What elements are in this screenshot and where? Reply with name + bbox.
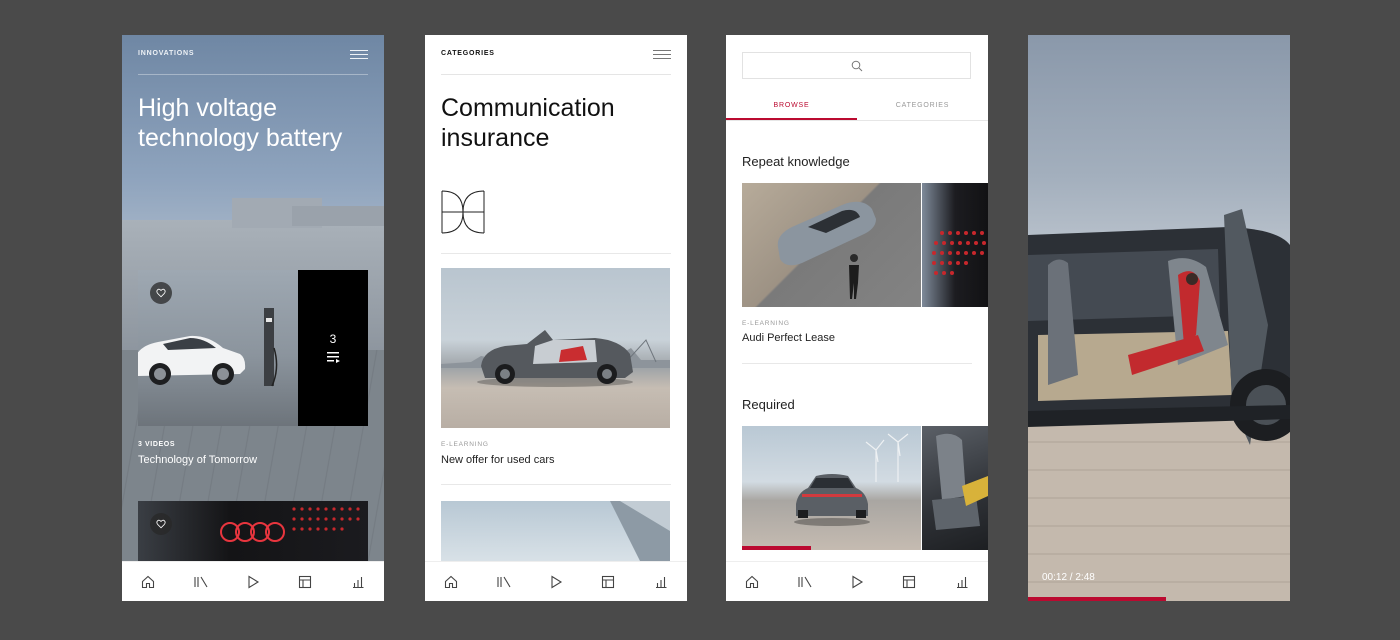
playlist-icon [327,352,340,363]
course-image[interactable] [742,183,921,307]
home-icon [445,575,458,588]
video-card[interactable] [138,270,298,426]
section-divider [441,253,671,254]
tab-categories[interactable]: CATEGORIES [857,95,988,120]
search-icon [851,60,862,71]
page-title: High voltage technology battery [138,94,343,152]
stats-icon [655,576,667,588]
menu-icon[interactable] [350,50,368,59]
stats-icon [352,576,364,588]
lesson-type: E-LEARNING [441,441,489,448]
section-title-repeat: Repeat knowledge [742,154,850,169]
course-type: E-LEARNING [742,320,790,327]
tab-bar: BROWSE CATEGORIES [726,95,988,121]
header-divider [138,74,368,75]
library-icon [497,576,511,587]
browse-screen: BROWSE CATEGORIES Repeat knowledge E-LEA… [726,35,988,601]
heart-icon [156,519,166,529]
nav-home[interactable] [441,572,461,592]
nav-stats[interactable] [348,572,368,592]
led-pattern-image [292,507,360,531]
page-title: Communication insurance [441,94,615,152]
layout-icon [602,575,615,588]
library-icon [194,576,208,587]
home-icon [746,575,759,588]
nav-play[interactable] [243,572,263,592]
led-taillight-image [932,231,986,275]
menu-icon[interactable] [653,50,671,59]
section-title-required: Required [742,397,795,412]
video-card-second[interactable] [138,501,368,561]
favorite-button[interactable] [150,282,172,304]
layout-icon [299,575,312,588]
walking-person-image [849,254,859,299]
nav-stats[interactable] [952,572,972,592]
favorite-button-second[interactable] [150,513,172,535]
audi-rings-image [220,522,285,542]
nav-library[interactable] [191,572,211,592]
lesson-image[interactable] [441,268,670,428]
playlist-count: 3 [329,332,337,346]
required-course-image-peek[interactable] [922,426,988,550]
heart-icon [156,288,166,298]
course-title[interactable]: Audi Perfect Lease [742,332,835,344]
white-suv-image [138,335,246,385]
nav-library[interactable] [494,572,514,592]
play-icon [852,575,864,588]
stats-icon [956,576,968,588]
nav-play[interactable] [546,572,566,592]
category-emblem-icon [441,190,485,234]
library-icon [798,576,812,587]
layout-icon [903,575,916,588]
card-title[interactable]: Technology of Tomorrow [138,454,257,466]
play-icon [551,575,563,588]
concept-car-interior-image [1028,209,1290,445]
car-seat-image [932,433,988,530]
course-image-peek[interactable] [922,183,988,307]
top-bar: CATEGORIES [441,50,671,75]
nav-play[interactable] [847,572,867,592]
nav-layout[interactable] [598,572,618,592]
grey-car-topview-image [777,201,876,266]
section-divider [441,484,671,485]
architecture-image [610,501,670,561]
play-icon [248,575,260,588]
bottom-nav [425,561,687,601]
innovations-screen: INNOVATIONS High voltage technology batt… [122,35,384,601]
card-meta: 3 VIDEOS [138,441,176,448]
nav-home[interactable] [138,572,158,592]
concept-car-image [477,330,633,387]
charging-station-image [264,308,278,387]
section-header: INNOVATIONS [138,50,195,57]
nav-library[interactable] [795,572,815,592]
video-progress-bar[interactable] [1028,597,1166,601]
header-divider [441,74,671,75]
lesson-title[interactable]: New offer for used cars [441,454,555,466]
lesson-image-second[interactable] [441,501,670,561]
nav-layout[interactable] [899,572,919,592]
top-bar: INNOVATIONS [138,50,368,75]
video-player-screen[interactable]: 00:12 / 2:48 [1028,35,1290,601]
nav-layout[interactable] [295,572,315,592]
playlist-card[interactable]: 3 [298,270,368,426]
section-divider [742,363,972,364]
home-icon [142,575,155,588]
bottom-nav [122,561,384,601]
course-progress-bar [742,546,811,550]
nav-home[interactable] [742,572,762,592]
grey-car-rear-image [794,474,870,526]
categories-screen: CATEGORIES Communication insurance E-LEA… [425,35,687,601]
nav-stats[interactable] [651,572,671,592]
required-course-image[interactable] [742,426,921,550]
bottom-nav [726,561,988,601]
video-timestamp: 00:12 / 2:48 [1042,572,1095,583]
tab-browse[interactable]: BROWSE [726,95,857,120]
section-header: CATEGORIES [441,50,495,57]
search-input[interactable] [742,52,971,79]
